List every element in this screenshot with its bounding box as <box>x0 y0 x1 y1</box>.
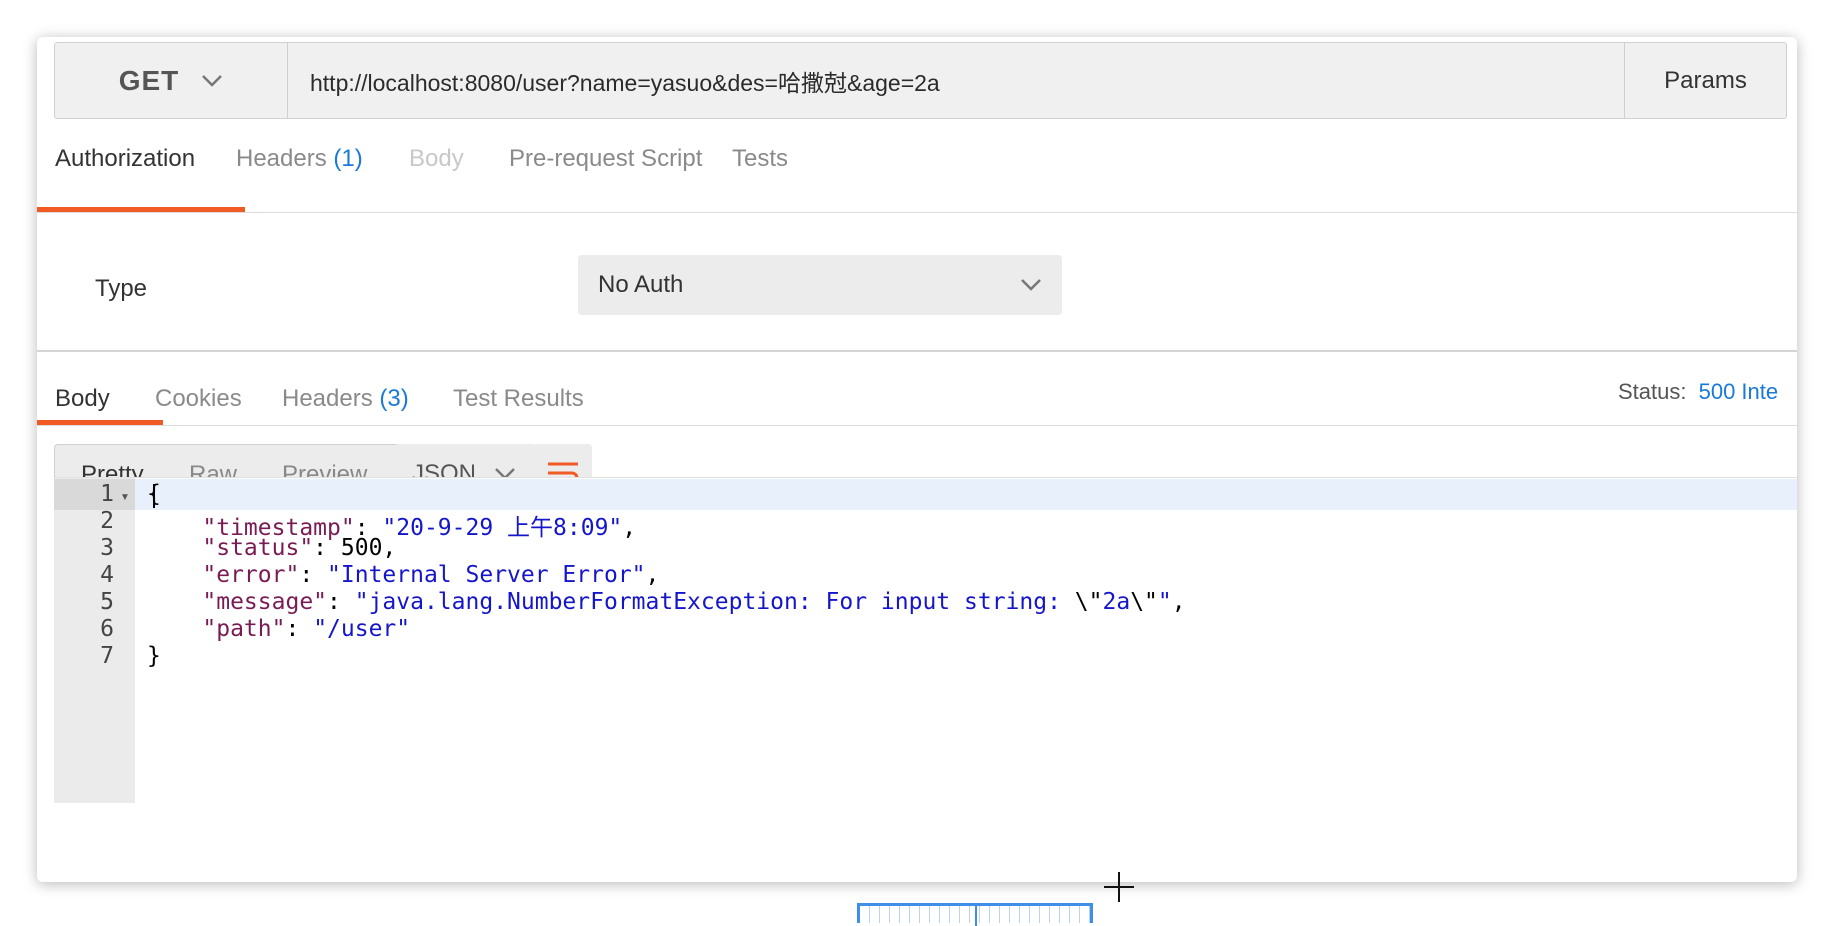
json-escape-2: \" <box>1130 589 1158 615</box>
line-number: 1 <box>100 481 114 507</box>
method-label: GET <box>118 64 180 96</box>
line-number: 7 <box>100 643 114 669</box>
response-tabs-divider <box>37 425 1797 426</box>
tab-response-headers-count: (3) <box>379 385 409 412</box>
chevron-down-icon <box>1021 279 1041 291</box>
json-key-path: "path" <box>202 616 286 642</box>
auth-type-select[interactable]: No Auth <box>578 255 1062 315</box>
status-label: Status: <box>1618 379 1687 404</box>
tab-response-body-label: Body <box>55 385 110 412</box>
json-value-message-a: "java.lang.NumberFormatException: For in… <box>354 589 1075 615</box>
response-status: Status: 500 Inte <box>1618 379 1778 405</box>
json-key-status: "status" <box>202 535 314 561</box>
json-value-message-c: " <box>1157 589 1172 615</box>
request-tabs-divider <box>37 212 1797 213</box>
line-number: 2 <box>100 508 114 534</box>
params-label: Params <box>1664 66 1747 94</box>
code-line-1: { <box>147 481 161 507</box>
tab-body[interactable]: Body <box>409 145 464 195</box>
tab-test-results-label: Test Results <box>453 385 584 412</box>
json-key-error: "error" <box>202 562 300 588</box>
code-line-5: "message": "java.lang.NumberFormatExcept… <box>202 589 1186 615</box>
json-value-timestamp: "20-9-29 上午8:09" <box>382 515 623 541</box>
method-select[interactable]: GET <box>55 43 288 118</box>
code-line-3: "status": 500, <box>202 535 397 561</box>
screenshot-selection-box <box>857 903 1093 926</box>
url-text: http://localhost:8080/user?name=yasuo&de… <box>310 69 940 96</box>
tab-cookies[interactable]: Cookies <box>155 385 242 435</box>
chevron-down-icon <box>202 74 223 87</box>
json-value-path: "/user" <box>313 616 411 642</box>
status-value: 500 Inte <box>1698 379 1779 404</box>
tab-authorization-label: Authorization <box>55 145 196 172</box>
crosshair-cursor-icon <box>1104 872 1134 902</box>
json-key-message: "message" <box>202 589 328 615</box>
json-value-status: 500 <box>340 535 383 561</box>
line-number: 3 <box>100 535 114 561</box>
code-line-4: "error": "Internal Server Error", <box>202 562 660 588</box>
tab-cookies-label: Cookies <box>155 385 242 412</box>
tab-headers[interactable]: Headers (1) <box>236 145 363 195</box>
json-value-error: "Internal Server Error" <box>327 562 646 588</box>
url-input[interactable]: http://localhost:8080/user?name=yasuo&de… <box>288 43 1624 118</box>
tab-response-headers[interactable]: Headers (3) <box>282 385 409 435</box>
tab-tests-label: Tests <box>732 145 789 172</box>
params-button[interactable]: Params <box>1624 43 1786 118</box>
tab-pre-request-script[interactable]: Pre-request Script <box>509 145 702 195</box>
code-line-6: "path": "/user" <box>202 616 411 642</box>
auth-type-label: Type <box>95 275 148 302</box>
tab-tests[interactable]: Tests <box>732 145 788 195</box>
code-line-7: } <box>147 643 161 669</box>
postman-window: GET http://localhost:8080/user?name=yasu… <box>37 37 1797 882</box>
json-value-message-b: 2a <box>1102 589 1131 615</box>
tab-pre-request-label: Pre-request Script <box>509 145 703 172</box>
tab-headers-label: Headers <box>236 145 327 172</box>
json-brace-open: { <box>147 481 161 507</box>
tab-response-body[interactable]: Body <box>55 385 110 435</box>
auth-type-value: No Auth <box>598 271 684 298</box>
active-line-highlight <box>135 479 1797 510</box>
line-number: 5 <box>100 589 114 615</box>
section-divider <box>37 350 1797 352</box>
line-number: 6 <box>100 616 114 642</box>
request-bar: GET http://localhost:8080/user?name=yasu… <box>54 42 1787 119</box>
response-editor[interactable]: 1 ▼ 2 3 4 5 6 7 { "timestamp": "20-9-29 … <box>54 477 1797 803</box>
tab-test-results[interactable]: Test Results <box>453 385 584 435</box>
line-number: 4 <box>100 562 114 588</box>
json-brace-close: } <box>147 643 161 669</box>
tab-response-headers-label: Headers <box>282 385 373 412</box>
json-escape-1: \" <box>1074 589 1103 615</box>
tab-headers-count: (1) <box>333 145 363 172</box>
tab-authorization[interactable]: Authorization <box>55 145 195 195</box>
fold-arrow-icon[interactable]: ▼ <box>120 492 130 503</box>
tab-body-label: Body <box>409 145 464 172</box>
